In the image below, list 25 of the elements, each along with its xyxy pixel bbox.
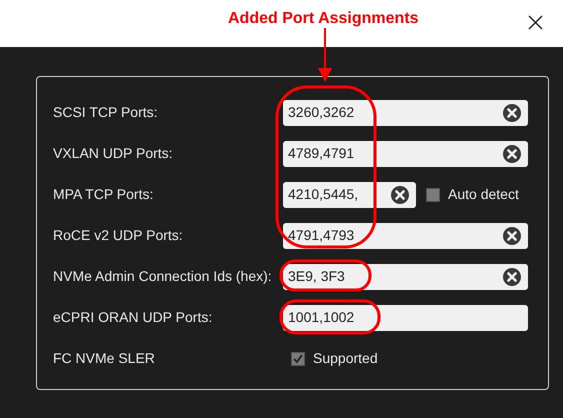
field-label: FC NVMe SLER (53, 349, 156, 368)
checkbox[interactable] (426, 188, 440, 202)
input-field[interactable]: 4789,4791 (283, 140, 528, 166)
field-label: MPA TCP Ports: (53, 185, 154, 204)
clear-icon[interactable] (503, 226, 521, 244)
clear-icon[interactable] (503, 144, 521, 162)
checkbox-label: Auto detect (448, 185, 519, 204)
input-field[interactable]: 4791,4793 (283, 222, 528, 248)
field-label: NVMe Admin Connection Ids (hex): (53, 267, 273, 286)
input-field[interactable]: 4210,5445, (283, 182, 416, 208)
field-label: RoCE v2 UDP Ports: (53, 226, 184, 245)
clear-icon[interactable] (503, 268, 521, 286)
input-field[interactable]: 1001,1002 (283, 304, 528, 330)
input-field[interactable]: 3260,3262 (283, 100, 528, 126)
field-label: SCSI TCP Ports: (53, 103, 159, 122)
field-label: eCPRI ORAN UDP Ports: (53, 308, 214, 327)
annotation-arrow (318, 28, 332, 82)
annotation-label: Added Port Assignments (228, 9, 419, 29)
clear-icon[interactable] (503, 104, 521, 122)
checkbox[interactable] (291, 352, 305, 366)
field-label: VXLAN UDP Ports: (53, 144, 174, 163)
input-field[interactable]: 3E9, 3F3 (283, 264, 528, 290)
checkbox-label: Supported (313, 349, 378, 368)
clear-icon[interactable] (391, 186, 409, 204)
close-icon[interactable] (528, 15, 543, 30)
